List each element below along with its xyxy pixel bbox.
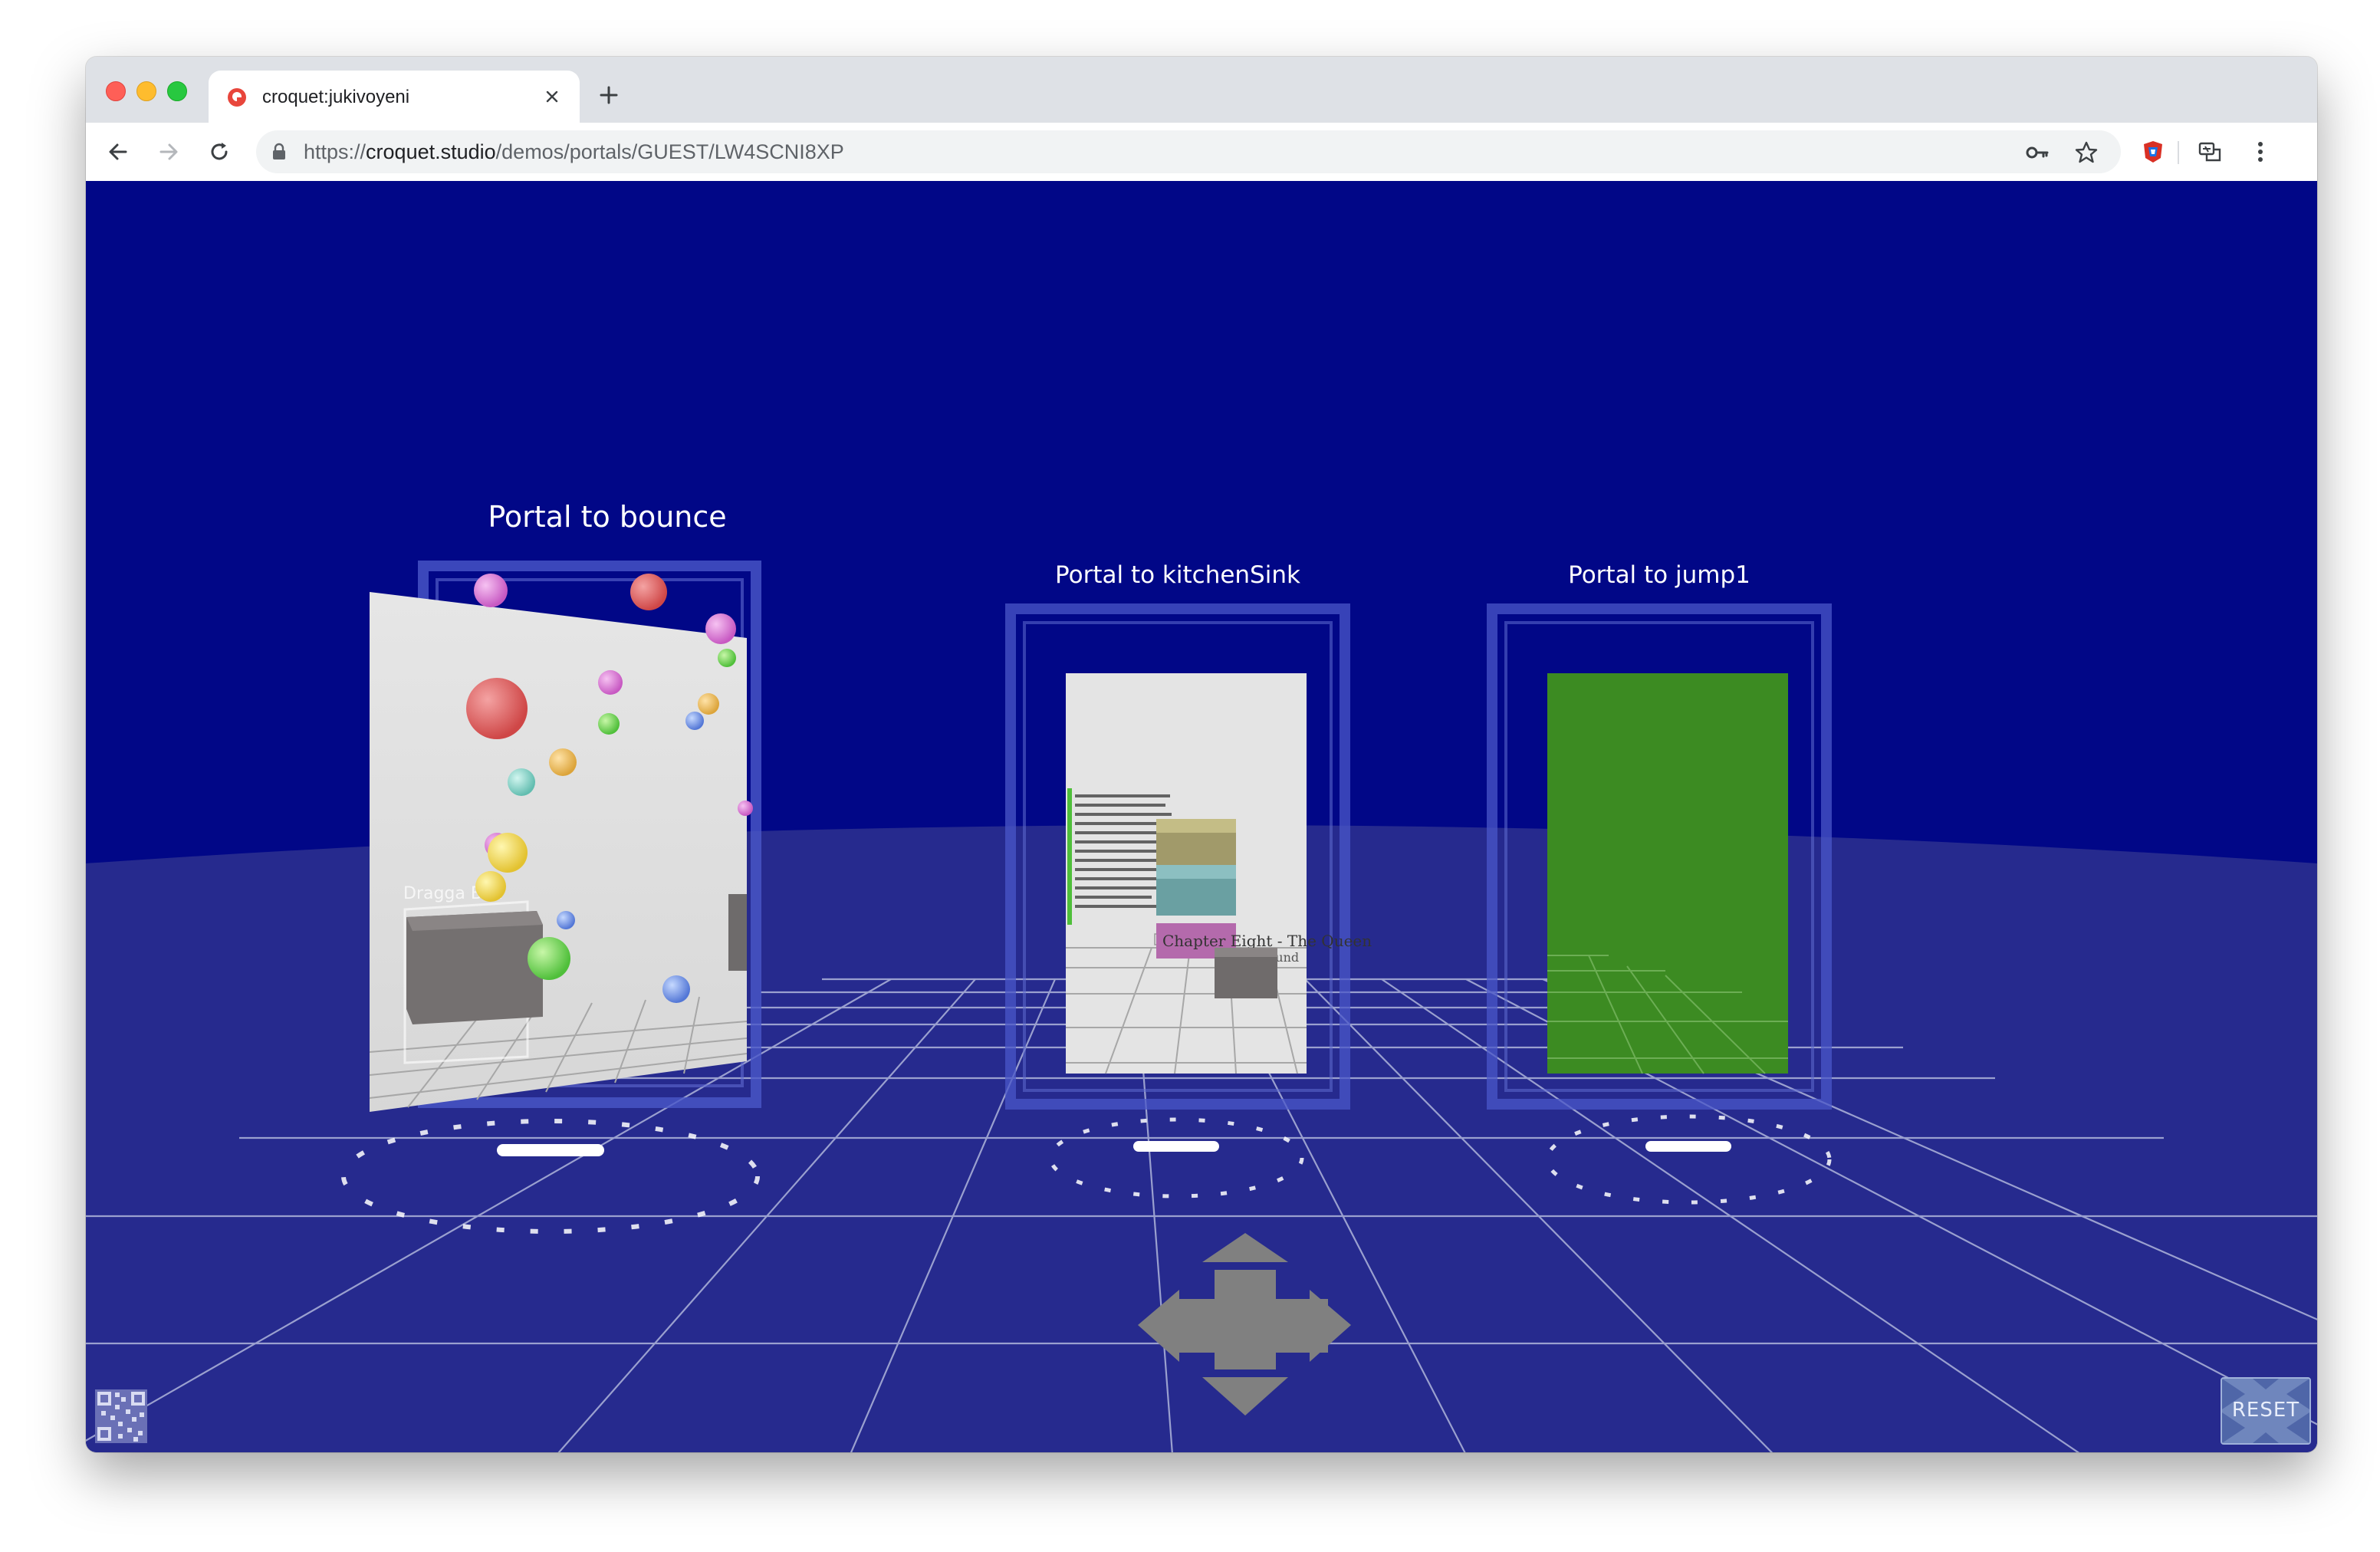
star-icon[interactable] [2073,140,2099,166]
jump1-portal-view [1547,673,1788,1074]
new-tab-icon[interactable] [597,83,621,107]
reset-button[interactable]: RESET [2221,1377,2311,1445]
reload-icon[interactable] [204,136,235,167]
kitchensink-chapter-text: Chapter Eight - The Queen [1162,932,1372,950]
zoom-window-button[interactable] [167,81,187,101]
qr-code-icon[interactable] [95,1389,147,1443]
bounce-portal-view [370,592,747,1112]
close-tab-icon[interactable] [541,86,563,107]
portal-label-jump1: Portal to jump1 [1568,561,1750,589]
lock-icon [273,143,285,159]
toolbar-divider [2178,141,2179,164]
forward-arrow-icon[interactable] [153,136,184,167]
url-text: https://croquet.studio/demos/portals/GUE… [304,140,844,163]
tab-title: croquet:jukivoyeni [262,87,410,107]
url-scheme: https:// [304,140,367,163]
tab-strip: croquet:jukivoyeni [86,57,2317,123]
browser-window: croquet:jukivoyeni https://croquet.studi… [86,57,2317,1452]
minimize-window-button[interactable] [136,81,156,101]
url-path: /demos/portals/GUEST/LW4SCNI8XP [495,140,844,163]
croquet-logo-icon [228,88,246,107]
close-window-button[interactable] [106,81,126,101]
url-host: croquet.studio [366,140,496,163]
extension-icon[interactable] [2138,136,2168,167]
address-bar[interactable]: https://croquet.studio/demos/portals/GUE… [256,130,2121,173]
portal-label-bounce: Portal to bounce [488,500,727,534]
active-tab[interactable]: croquet:jukivoyeni [209,71,580,123]
key-icon[interactable] [2024,140,2050,166]
3d-scene[interactable]: Dragga Box Chapter Eight - The Queen rou… [86,181,2317,1452]
reset-label: RESET [2231,1399,2300,1422]
back-arrow-icon[interactable] [103,136,133,167]
menu-kebab-icon[interactable] [2245,136,2276,167]
portal-label-kitchensink: Portal to kitchenSink [1055,561,1300,589]
translate-icon[interactable] [2194,136,2225,167]
croquet-3d-viewport[interactable]: Dragga Box Chapter Eight - The Queen rou… [86,181,2317,1452]
browser-toolbar: https://croquet.studio/demos/portals/GUE… [86,123,2317,182]
